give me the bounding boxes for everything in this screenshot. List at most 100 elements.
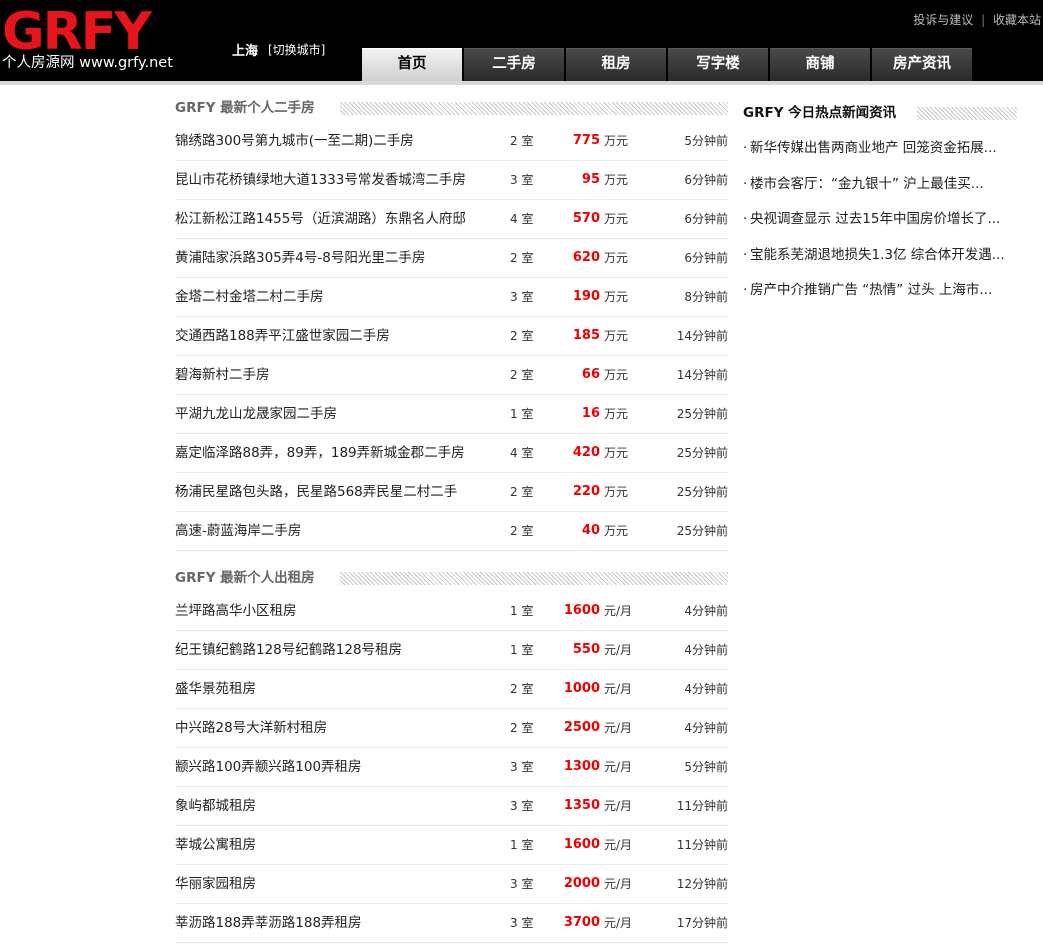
listing-price-unit: 万元 (604, 173, 629, 187)
header-divider (0, 81, 1043, 85)
switch-city-link[interactable]: [切换城市] (268, 41, 325, 58)
listing-title[interactable]: 金塔二村金塔二村二手房 (175, 278, 495, 316)
rent-section-title: GRFY 最新个人出租房 (175, 569, 323, 587)
news-item-title[interactable]: 新华传媒出售两商业地产 回笼资金拓展... (750, 140, 997, 156)
listing-title[interactable]: 高速-蔚蓝海岸二手房 (175, 512, 495, 550)
listing-row[interactable]: 锦绣路300号第九城市(一至二期)二手房 2 室 775 万元 5分钟前 (175, 122, 728, 161)
tab-rent[interactable]: 租房 (566, 48, 666, 81)
listing-title[interactable]: 盛华景苑租房 (175, 670, 495, 708)
listing-row[interactable]: 纪王镇纪鹤路128号纪鹤路128号租房 1 室 550 元/月 4分钟前 (175, 631, 728, 670)
listing-title[interactable]: 嘉定临泽路88弄，89弄，189弄新城金郡二手房 (175, 434, 495, 472)
listing-row[interactable]: 高速-蔚蓝海岸二手房 2 室 40 万元 25分钟前 (175, 512, 728, 551)
listing-row[interactable]: 杨浦民星路包头路，民星路568弄民星二村二手 2 室 220 万元 25分钟前 (175, 473, 728, 512)
listing-price: 2500 (563, 720, 600, 735)
listing-title[interactable]: 昆山市花桥镇绿地大道1333号常发香城湾二手房 (175, 161, 495, 199)
listing-time: 11分钟前 (676, 799, 728, 813)
listing-price-unit: 万元 (604, 134, 629, 148)
listing-title[interactable]: 华丽家园租房 (175, 865, 495, 903)
listing-title[interactable]: 纪王镇纪鹤路128号纪鹤路128号租房 (175, 631, 495, 669)
listing-title[interactable]: 象屿都城租房 (175, 787, 495, 825)
listing-title[interactable]: 松江新松江路1455号（近滨湖路）东鼎名人府邸 (175, 200, 495, 238)
tab-news[interactable]: 房产资讯 (872, 48, 972, 81)
listing-row[interactable]: 象屿都城租房 3 室 1350 元/月 11分钟前 (175, 787, 728, 826)
listing-row[interactable]: 盛华景苑租房 2 室 1000 元/月 4分钟前 (175, 670, 728, 709)
listing-time: 25分钟前 (676, 524, 728, 538)
listing-price: 185 (572, 328, 600, 343)
news-item-title[interactable]: 房产中介推销广告 “热情” 过头 上海市... (750, 282, 992, 298)
listing-title[interactable]: 杨浦民星路包头路，民星路568弄民星二村二手 (175, 473, 495, 511)
listing-title[interactable]: 颛兴路100弄颛兴路100弄租房 (175, 748, 495, 786)
listing-price: 16 (581, 406, 600, 421)
news-item[interactable]: · 央视调查显示 过去15年中国房价增长了... (743, 202, 1033, 238)
listing-price-unit: 元/月 (604, 721, 633, 735)
news-item[interactable]: · 房产中介推销广告 “热情” 过头 上海市... (743, 273, 1033, 309)
listing-price: 1600 (563, 603, 600, 618)
news-item-title[interactable]: 央视调查显示 过去15年中国房价增长了... (750, 211, 1000, 227)
tab-office[interactable]: 写字楼 (668, 48, 768, 81)
listing-rooms: 2 室 (510, 524, 534, 538)
listing-row[interactable]: 碧海新村二手房 2 室 66 万元 14分钟前 (175, 356, 728, 395)
listing-time: 6分钟前 (684, 251, 728, 265)
listing-row[interactable]: 松江新松江路1455号（近滨湖路）东鼎名人府邸 4 室 570 万元 6分钟前 (175, 200, 728, 239)
listing-row[interactable]: 颛兴路100弄颛兴路100弄租房 3 室 1300 元/月 5分钟前 (175, 748, 728, 787)
listing-row[interactable]: 莘沥路188弄莘沥路188弄租房 3 室 3700 元/月 17分钟前 (175, 904, 728, 943)
listing-row[interactable]: 莘城公寓租房 1 室 1600 元/月 11分钟前 (175, 826, 728, 865)
news-item[interactable]: · 新华传媒出售两商业地产 回笼资金拓展... (743, 131, 1033, 167)
listing-price: 66 (581, 367, 600, 382)
listing-title[interactable]: 交通西路188弄平江盛世家园二手房 (175, 317, 495, 355)
listing-title[interactable]: 中兴路28号大洋新村租房 (175, 709, 495, 747)
listing-row[interactable]: 黄浦陆家浜路305弄4号-8号阳光里二手房 2 室 620 万元 6分钟前 (175, 239, 728, 278)
listing-title[interactable]: 平湖九龙山龙晟家园二手房 (175, 395, 495, 433)
listing-rooms: 2 室 (510, 721, 534, 735)
listing-price-unit: 万元 (604, 524, 629, 538)
feedback-link[interactable]: 投诉与建议 (913, 13, 973, 27)
listing-price-unit: 万元 (604, 485, 629, 499)
news-item-title[interactable]: 宝能系芜湖退地损失1.3亿 综合体开发遇... (750, 247, 1005, 263)
listing-rooms: 2 室 (510, 329, 534, 343)
bookmark-link[interactable]: 收藏本站 (993, 13, 1041, 27)
rent-section-header: GRFY 最新个人出租房 (175, 569, 728, 587)
listing-row[interactable]: 昆山市花桥镇绿地大道1333号常发香城湾二手房 3 室 95 万元 6分钟前 (175, 161, 728, 200)
site-logo[interactable]: GRFY 个人房源网 www.grfy.net (0, 6, 200, 78)
listing-time: 4分钟前 (684, 721, 728, 735)
listing-price-unit: 元/月 (604, 799, 633, 813)
listing-row[interactable]: 中兴路28号大洋新村租房 2 室 2500 元/月 4分钟前 (175, 709, 728, 748)
logo-subtitle: 个人房源网 www.grfy.net (2, 55, 173, 71)
listing-price: 1300 (563, 759, 600, 774)
listing-rooms: 2 室 (510, 682, 534, 696)
tab-second-hand[interactable]: 二手房 (464, 48, 564, 81)
news-item[interactable]: · 宝能系芜湖退地损失1.3亿 综合体开发遇... (743, 238, 1033, 274)
listing-title[interactable]: 莘沥路188弄莘沥路188弄租房 (175, 904, 495, 942)
section-stripe (917, 107, 1017, 120)
listing-rooms: 2 室 (510, 485, 534, 499)
listing-title[interactable]: 黄浦陆家浜路305弄4号-8号阳光里二手房 (175, 239, 495, 277)
listing-time: 4分钟前 (684, 682, 728, 696)
listing-price-unit: 万元 (604, 446, 629, 460)
listing-row[interactable]: 交通西路188弄平江盛世家园二手房 2 室 185 万元 14分钟前 (175, 317, 728, 356)
listing-title[interactable]: 锦绣路300号第九城市(一至二期)二手房 (175, 122, 495, 160)
listing-row[interactable]: 平湖九龙山龙晟家园二手房 1 室 16 万元 25分钟前 (175, 395, 728, 434)
listing-price-unit: 元/月 (604, 877, 633, 891)
news-section-title: GRFY 今日热点新闻资讯 (743, 104, 905, 122)
listing-row[interactable]: 兰坪路高华小区租房 1 室 1600 元/月 4分钟前 (175, 592, 728, 631)
news-item[interactable]: · 楼市会客厅：“金九银十” 沪上最佳买... (743, 167, 1033, 203)
news-item-title[interactable]: 楼市会客厅：“金九银十” 沪上最佳买... (750, 176, 984, 192)
tab-shop[interactable]: 商铺 (770, 48, 870, 81)
listing-title[interactable]: 莘城公寓租房 (175, 826, 495, 864)
tab-home[interactable]: 首页 (362, 48, 462, 81)
listing-price: 190 (572, 289, 600, 304)
bullet-icon: · (743, 211, 748, 227)
listing-price-unit: 万元 (604, 368, 629, 382)
listing-title[interactable]: 兰坪路高华小区租房 (175, 592, 495, 630)
listing-row[interactable]: 嘉定临泽路88弄，89弄，189弄新城金郡二手房 4 室 420 万元 25分钟前 (175, 434, 728, 473)
listing-price-unit: 元/月 (604, 916, 633, 930)
listing-rooms: 3 室 (510, 799, 534, 813)
listing-row[interactable]: 华丽家园租房 3 室 2000 元/月 12分钟前 (175, 865, 728, 904)
listing-rooms: 3 室 (510, 290, 534, 304)
listing-price: 1600 (563, 837, 600, 852)
listing-rooms: 3 室 (510, 916, 534, 930)
listing-row[interactable]: 金塔二村金塔二村二手房 3 室 190 万元 8分钟前 (175, 278, 728, 317)
listing-rooms: 2 室 (510, 368, 534, 382)
listing-title[interactable]: 碧海新村二手房 (175, 356, 495, 394)
listing-rooms: 2 室 (510, 251, 534, 265)
